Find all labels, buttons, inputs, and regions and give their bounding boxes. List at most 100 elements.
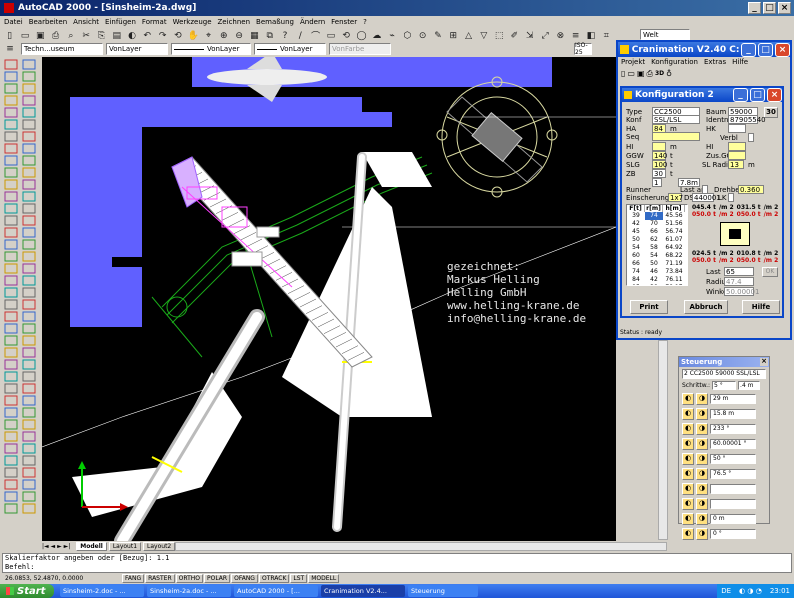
toolbar-icon-9[interactable]: ↶ (141, 29, 154, 43)
toolbar-icon-22[interactable]: ⟲ (340, 29, 353, 43)
hook-icon-b[interactable]: ◑ (696, 453, 708, 465)
toolbar-icon-34[interactable]: ⇲ (523, 29, 536, 43)
dimstyle-combo[interactable]: ISO-25 (574, 42, 592, 56)
verbl-field[interactable] (748, 133, 754, 142)
boom-up-icon-a[interactable]: ◐ (682, 408, 694, 420)
runner-count-field[interactable]: 1 (652, 178, 662, 187)
toolbar-icon-36[interactable]: ⊗ (554, 29, 567, 43)
close-button[interactable]: × (767, 88, 782, 102)
toolbar-icon-35[interactable]: ⤢ (538, 29, 551, 43)
toolbar-icon-2[interactable]: ▣ (34, 29, 47, 43)
trolley-icon-a[interactable]: ◐ (682, 483, 694, 495)
slew-icon-b[interactable]: ◑ (696, 423, 708, 435)
toolbar-icon-30[interactable]: △ (462, 29, 475, 43)
menu-item-3[interactable]: Einfügen (105, 18, 136, 26)
trolley-icon-b[interactable]: ◑ (696, 483, 708, 495)
hoist-icon-b[interactable]: ◑ (696, 513, 708, 525)
table-row[interactable]: 39 74 45.56 (627, 212, 687, 220)
ds-field[interactable]: 440001 (692, 193, 721, 202)
hi2-field[interactable] (728, 142, 746, 151)
toolbar-icon-28[interactable]: ✎ (431, 29, 444, 43)
rotate-left-icon-a[interactable]: ◐ (682, 393, 694, 405)
ucs-combo[interactable]: Welt (640, 29, 690, 40)
toolbar-icon-17[interactable]: ⧉ (263, 29, 276, 43)
control-value[interactable] (710, 499, 756, 509)
table-row[interactable]: 60 54 68.22 (627, 252, 687, 260)
toolbar-icon-4[interactable]: ⌕ (64, 29, 77, 43)
minimize-button[interactable]: _ (741, 42, 756, 57)
crane-select[interactable]: 2 CC2500 59000 SSL/LSL (682, 369, 766, 379)
status-toggle-ofang[interactable]: OFANG (231, 574, 258, 583)
control-value[interactable]: 60.00001 ° (710, 439, 756, 449)
toolbar-icon-38[interactable]: ◧ (584, 29, 597, 43)
new-icon[interactable]: ▯ (621, 69, 625, 78)
boom-up-icon-b[interactable]: ◑ (696, 408, 708, 420)
toolbar-icon-13[interactable]: ⌖ (202, 29, 215, 43)
taskbar-task[interactable]: Steuerung (408, 585, 478, 597)
cranimation-menu-item[interactable]: Konfiguration (651, 58, 698, 66)
table-row[interactable]: 42 70 51.56 (627, 220, 687, 228)
print-icon[interactable]: ⎙ (647, 69, 653, 79)
vertical-scrollbar[interactable] (658, 340, 668, 540)
status-toggle-raster[interactable]: RASTER (145, 574, 175, 583)
lk-field[interactable] (728, 193, 734, 202)
minimize-button[interactable]: _ (733, 88, 748, 102)
table-row[interactable]: 74 46 73.84 (627, 268, 687, 276)
toolbar-icon-21[interactable]: ▭ (324, 29, 337, 43)
status-toggle-polar[interactable]: POLAR (203, 574, 231, 583)
toolbar-icon-5[interactable]: ✂ (79, 29, 92, 43)
toolbar-icon-25[interactable]: ⌁ (385, 29, 398, 43)
menu-item-9[interactable]: Fenster (331, 18, 357, 26)
table-row[interactable]: 953878.17 (627, 284, 687, 285)
close-icon[interactable]: × (760, 358, 768, 366)
taskbar-task[interactable]: Sinsheim-2.doc - ... (60, 585, 144, 597)
control-value[interactable]: 0 m (710, 514, 756, 524)
toolbar-icon-1[interactable]: ▭ (18, 29, 31, 43)
hook-icon-a[interactable]: ◐ (682, 453, 694, 465)
tray-icons[interactable]: ◐ ◑ ◔ (739, 587, 762, 595)
control-value[interactable]: 15.8 m (710, 409, 756, 419)
close-button[interactable]: × (775, 42, 790, 57)
status-toggle-fang[interactable]: FANG (122, 574, 145, 583)
jib-icon-a[interactable]: ◐ (682, 468, 694, 480)
menu-item-2[interactable]: Ansicht (73, 18, 99, 26)
minimize-button[interactable]: _ (748, 2, 761, 14)
table-row[interactable]: 66 50 71.19 (627, 260, 687, 268)
start-button[interactable]: Start (0, 584, 54, 598)
schrittweite-angle[interactable]: 5 ° (712, 381, 737, 390)
status-toggle-lst[interactable]: LST (290, 574, 308, 583)
plotstyle-combo[interactable]: VonFarbe (329, 43, 391, 55)
toolbar-icon-20[interactable]: ⌒ (309, 29, 322, 43)
extend-icon-b[interactable]: ◑ (696, 498, 708, 510)
cranimation-menu-item[interactable]: Projekt (621, 58, 645, 66)
jib-icon-b[interactable]: ◑ (696, 468, 708, 480)
load-table[interactable]: F[t] r[m] h[m] 39 74 45.56 42 70 51.56 45 66 56.74… (626, 204, 688, 286)
einscherung-field[interactable]: 1x7 (668, 193, 683, 202)
menu-item-6[interactable]: Zeichnen (218, 18, 251, 26)
extend-icon-a[interactable]: ◐ (682, 498, 694, 510)
table-row[interactable]: 45 66 56.74 (627, 228, 687, 236)
command-line[interactable]: Skalierfaktor angeben oder [Bezug]: 1.1 … (2, 553, 792, 573)
menu-item-10[interactable]: ? (363, 18, 367, 26)
lineweight-combo[interactable]: VonLayer (254, 43, 326, 55)
tab-layout1[interactable]: Layout1 (108, 542, 142, 551)
luff-icon-b[interactable]: ◑ (696, 438, 708, 450)
toolbar-icon-27[interactable]: ⊙ (416, 29, 429, 43)
maximize-button[interactable]: □ (750, 88, 765, 102)
zusggw-field[interactable] (728, 151, 746, 160)
control-value[interactable]: 50 ° (710, 454, 756, 464)
toolbar-icon-14[interactable]: ⊕ (217, 29, 230, 43)
hk-field[interactable] (728, 124, 746, 133)
cranimation-menu-item[interactable]: Extras (704, 58, 726, 66)
cranimation-menu-item[interactable]: Hilfe (732, 58, 748, 66)
toolbar-icon-23[interactable]: ◯ (355, 29, 368, 43)
open-icon[interactable]: ▭ (627, 69, 635, 78)
control-value[interactable]: 76.5 ° (710, 469, 756, 479)
slg-field[interactable]: 100 (652, 160, 667, 169)
drawing-canvas[interactable]: gezeichnet: Markus Helling Helling GmbH www… (42, 57, 616, 541)
menu-item-0[interactable]: Datei (4, 18, 23, 26)
radius-field[interactable]: 47.4 (724, 277, 754, 286)
language-indicator[interactable]: DE (721, 587, 731, 595)
table-row[interactable]: 84 42 76.11 (627, 276, 687, 284)
ok-button[interactable]: OK (762, 267, 778, 277)
